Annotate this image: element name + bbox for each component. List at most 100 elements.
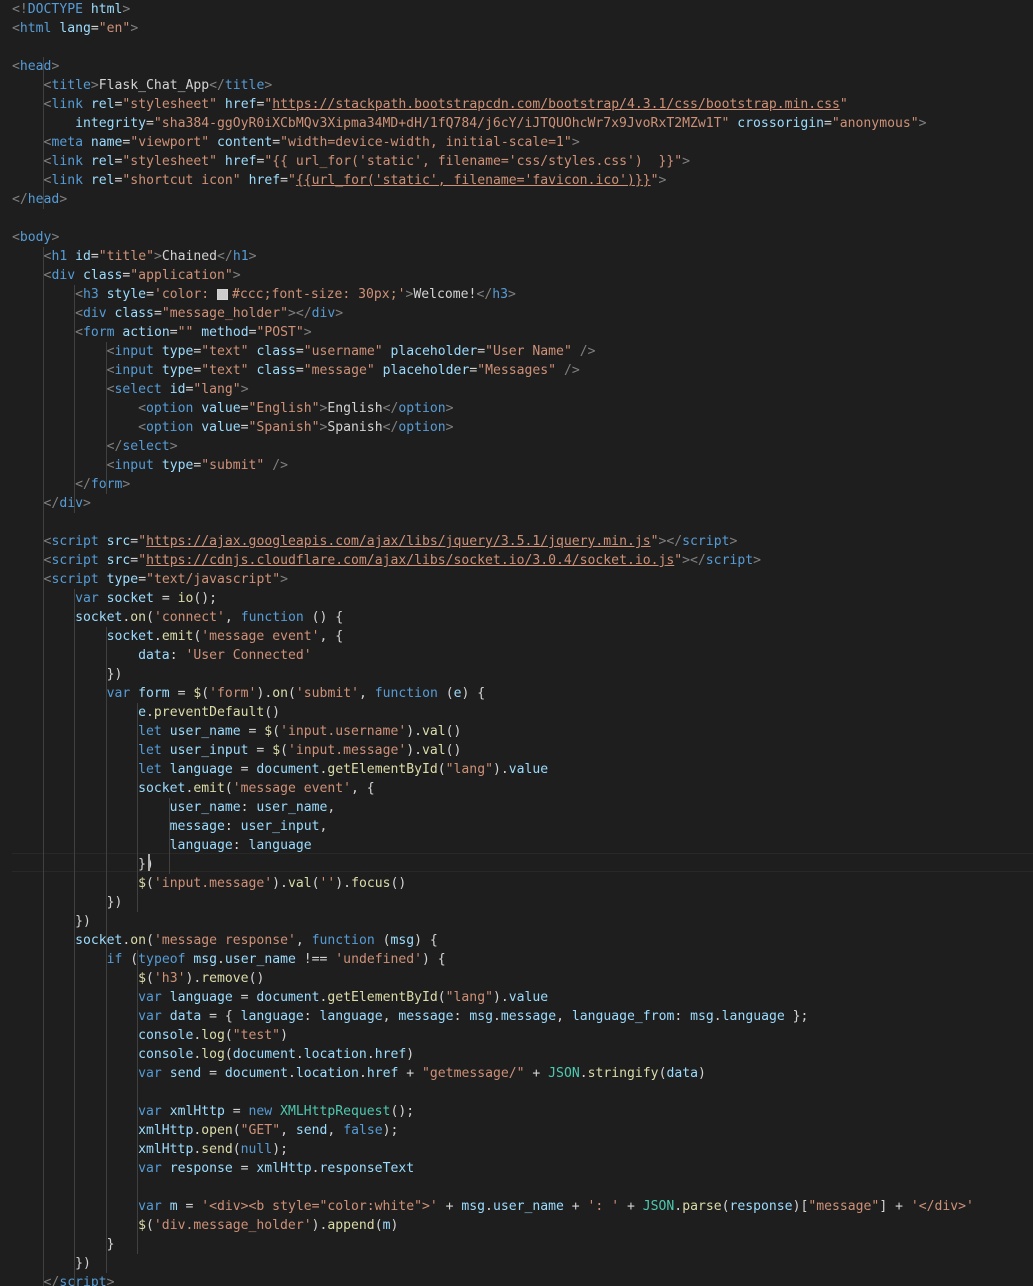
color-swatch-icon[interactable] (217, 289, 229, 300)
code-line[interactable]: var language = document.getElementById("… (0, 988, 548, 1007)
code-editor[interactable]: <!DOCTYPE html> <html lang="en"> <head> <t… (0, 0, 1033, 1286)
code-line[interactable]: var xmlHttp = new XMLHttpRequest(); (0, 1102, 414, 1121)
code-line[interactable]: user_name: user_name, (0, 798, 336, 817)
code-line[interactable]: $('div.message_holder').append(m) (0, 1216, 398, 1235)
code-line[interactable]: $('input.message').val('').focus() (0, 874, 406, 893)
code-line[interactable]: $('h3').remove() (0, 969, 264, 988)
code-token: option (146, 420, 194, 435)
code-token: select (114, 382, 162, 397)
code-line[interactable]: </select> (0, 437, 178, 456)
code-line[interactable]: <script type="text/javascript"> (0, 570, 288, 589)
code-line[interactable]: <div class="message_holder"></div> (0, 304, 343, 323)
code-token: on (272, 686, 289, 701)
code-line[interactable]: var m = '<div><b style="color:white">' +… (0, 1197, 974, 1216)
code-token: null (240, 1142, 273, 1157)
code-token: https://stackpath.bootstrapcdn.com/boots… (272, 97, 840, 112)
code-line[interactable]: socket.on('message response', function (… (0, 931, 438, 950)
code-line[interactable]: </script> (0, 1273, 115, 1286)
code-token: let (138, 724, 162, 739)
code-token: language (721, 1009, 785, 1024)
code-line[interactable]: language: language (0, 836, 312, 855)
code-line[interactable]: <option value="English">English</option> (0, 399, 453, 418)
code-line[interactable]: }) (0, 855, 154, 874)
code-line[interactable] (0, 1083, 12, 1102)
code-line[interactable]: <option value="Spanish">Spanish</option> (0, 418, 453, 437)
code-line[interactable]: <input type="submit" /> (0, 456, 288, 475)
code-line[interactable]: <link rel="stylesheet" href="https://sta… (0, 95, 848, 114)
code-line[interactable]: data: 'User Connected' (0, 646, 311, 665)
code-token: . (674, 1199, 683, 1214)
code-token: } (12, 1237, 115, 1252)
code-line[interactable]: let language = document.getElementById("… (0, 760, 548, 779)
code-line[interactable]: var form = $('form').on('submit', functi… (0, 684, 486, 703)
code-token: let (138, 762, 162, 777)
code-line[interactable]: <body> (0, 228, 59, 247)
code-line[interactable]: console.log("test") (0, 1026, 288, 1045)
code-line[interactable]: var response = xmlHttp.responseText (0, 1159, 414, 1178)
code-line[interactable]: }) (0, 912, 91, 931)
code-line[interactable]: <script src="https://ajax.googleapis.com… (0, 532, 738, 551)
code-line[interactable]: </form> (0, 475, 130, 494)
code-line[interactable]: <input type="text" class="message" place… (0, 361, 580, 380)
code-line[interactable]: var data = { language: language, message… (0, 1007, 808, 1026)
code-line[interactable]: socket.emit('message event', { (0, 627, 344, 646)
code-token: = { (201, 1009, 241, 1024)
code-line[interactable]: xmlHttp.send(null); (0, 1140, 288, 1159)
code-line[interactable]: </div> (0, 494, 91, 513)
code-line[interactable]: <h3 style='color: #ccc;font-size: 30px;'… (0, 285, 516, 304)
code-line[interactable]: <script src="https://cdnjs.cloudflare.co… (0, 551, 761, 570)
code-line[interactable]: <input type="text" class="username" plac… (0, 342, 596, 361)
code-line[interactable]: }) (0, 1254, 91, 1273)
code-line[interactable]: var socket = io(); (0, 589, 217, 608)
code-line[interactable]: <meta name="viewport" content="width=dev… (0, 133, 580, 152)
code-line[interactable]: <head> (0, 57, 59, 76)
code-token: < (106, 363, 115, 378)
code-line[interactable]: let user_input = $('input.message').val(… (0, 741, 461, 760)
code-token: ></ (682, 553, 706, 568)
code-token: . (579, 1066, 588, 1081)
code-line[interactable]: let user_name = $('input.username').val(… (0, 722, 461, 741)
code-token: user_name (169, 800, 241, 815)
code-line[interactable]: if (typeof msg.user_name !== 'undefined'… (0, 950, 446, 969)
code-line[interactable] (0, 1178, 12, 1197)
code-line[interactable]: <title>Flask_Chat_App</title> (0, 76, 273, 95)
code-token: = (240, 420, 249, 435)
code-line[interactable]: }) (0, 665, 123, 684)
code-line[interactable] (0, 209, 12, 228)
code-line[interactable]: message: user_input, (0, 817, 328, 836)
code-token: ). (272, 876, 288, 891)
code-line[interactable]: </head> (0, 190, 67, 209)
code-line[interactable]: <link rel="stylesheet" href="{{ url_for(… (0, 152, 691, 171)
code-token: ( (146, 876, 154, 891)
code-line[interactable]: <!DOCTYPE html> (0, 0, 130, 19)
code-line[interactable]: e.preventDefault() (0, 703, 280, 722)
code-line[interactable]: <html lang="en"> (0, 19, 138, 38)
code-token: </ (217, 249, 233, 264)
code-token: > (106, 1275, 115, 1286)
code-token: ] + (879, 1199, 911, 1214)
code-token: . (311, 1161, 320, 1176)
code-line[interactable]: <link rel="shortcut icon" href="{{url_fo… (0, 171, 667, 190)
code-line[interactable]: integrity="sha384-ggOyR0iXCbMQv3Xipma34M… (0, 114, 926, 133)
code-token: lang (59, 21, 91, 36)
code-token: 'message event' (201, 629, 320, 644)
code-line[interactable]: socket.emit('message event', { (0, 779, 375, 798)
code-line[interactable]: <h1 id="title">Chained</h1> (0, 247, 257, 266)
code-line[interactable]: socket.on('connect', function () { (0, 608, 343, 627)
code-line[interactable]: <form action="" method="POST"> (0, 323, 312, 342)
code-token: Chained (161, 249, 218, 264)
code-line[interactable] (0, 513, 12, 532)
code-line[interactable]: console.log(document.location.href) (0, 1045, 414, 1064)
code-line[interactable]: xmlHttp.open("GET", send, false); (0, 1121, 398, 1140)
code-line[interactable]: <div class="application"> (0, 266, 241, 285)
code-line[interactable]: }) (0, 893, 123, 912)
code-line[interactable] (0, 38, 12, 57)
code-line[interactable]: <select id="lang"> (0, 380, 249, 399)
code-line[interactable]: var send = document.location.href + "get… (0, 1064, 706, 1083)
code-line[interactable]: } (0, 1235, 115, 1254)
